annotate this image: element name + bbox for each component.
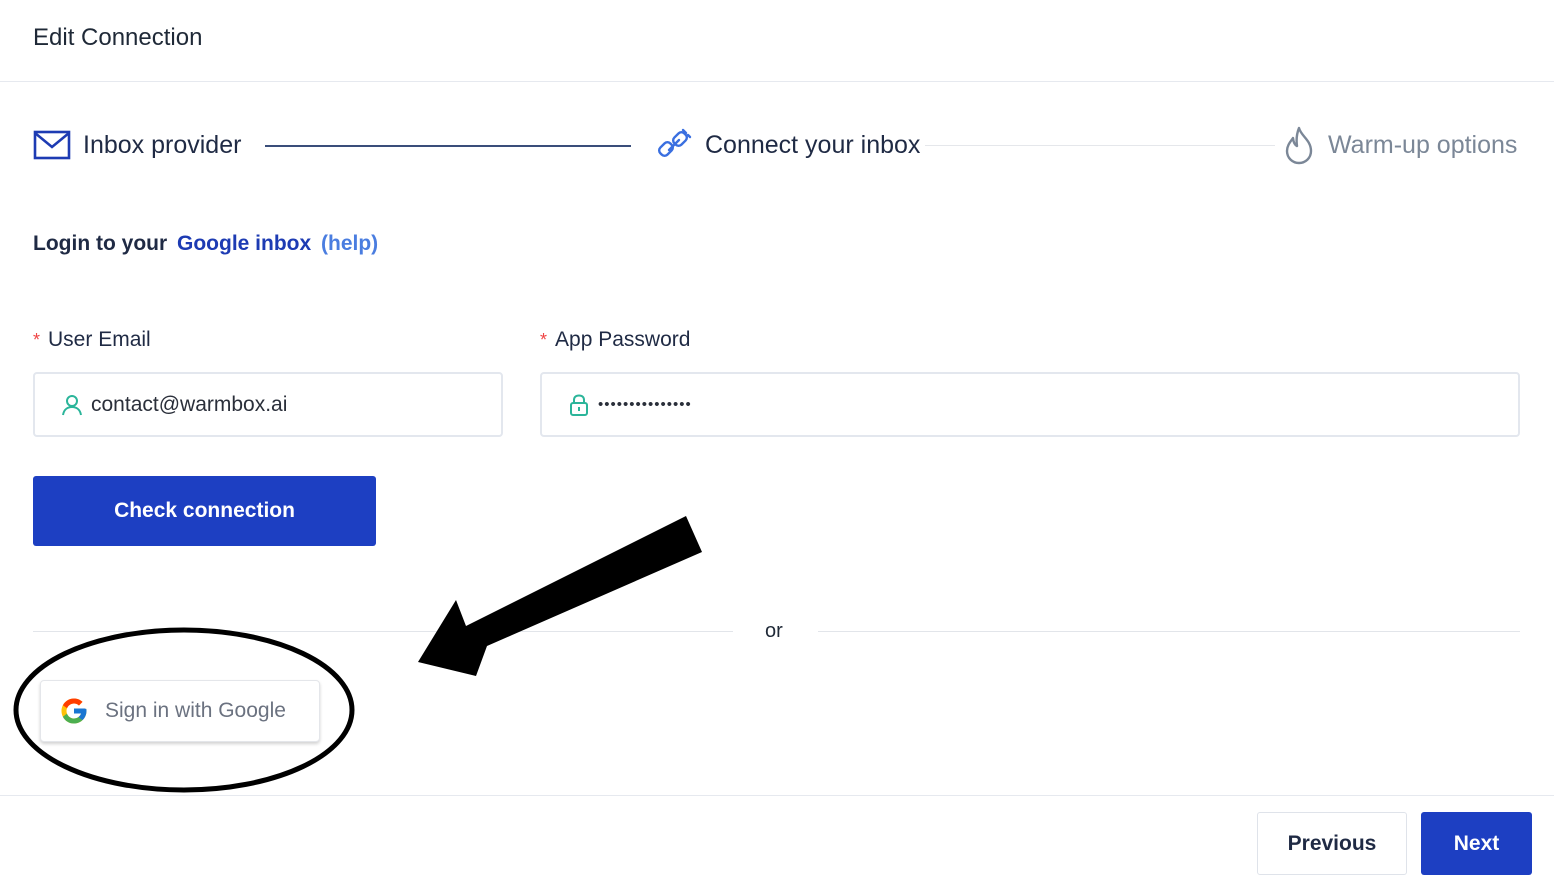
flame-icon (1282, 125, 1316, 165)
user-email-label-text: User Email (48, 328, 151, 351)
step-connect-inbox[interactable]: Connect your inbox (655, 118, 920, 172)
step-inbox-provider[interactable]: Inbox provider (33, 118, 241, 172)
pointer-arrow (418, 516, 702, 676)
mail-icon (33, 130, 71, 160)
login-prefix: Login to your (33, 232, 168, 255)
sign-in-with-google-button[interactable]: Sign in with Google (40, 680, 320, 742)
link-icon (655, 126, 693, 164)
user-email-field[interactable] (33, 372, 503, 437)
user-email-input[interactable] (91, 392, 471, 417)
user-email-label: * User Email (33, 328, 151, 352)
app-password-label: * App Password (540, 328, 690, 352)
divider-left (33, 631, 733, 632)
step-connector (265, 145, 631, 147)
provider-name: Google inbox (177, 232, 312, 255)
divider-right (818, 631, 1520, 632)
step-warmup-options[interactable]: Warm-up options (1282, 118, 1517, 172)
app-password-label-text: App Password (555, 328, 691, 351)
page-title: Edit Connection (33, 24, 203, 51)
help-link[interactable]: (help) (321, 232, 378, 255)
or-separator: or (765, 620, 783, 642)
app-password-field[interactable] (540, 372, 1520, 437)
modal-header: Edit Connection (0, 0, 1554, 82)
footer-divider (0, 795, 1554, 796)
step-connector (925, 145, 1275, 146)
required-mark: * (540, 330, 548, 350)
required-mark: * (33, 330, 41, 350)
user-icon (61, 394, 83, 416)
step-label: Connect your inbox (705, 130, 921, 159)
step-label: Warm-up options (1328, 130, 1518, 159)
check-connection-button[interactable]: Check connection (33, 476, 376, 546)
app-password-input[interactable] (598, 396, 978, 413)
login-instruction: Login to your Google inbox (help) (33, 232, 378, 256)
lock-icon (568, 393, 590, 416)
step-label: Inbox provider (83, 130, 242, 159)
next-button[interactable]: Next (1421, 812, 1532, 875)
previous-button[interactable]: Previous (1257, 812, 1407, 875)
google-logo-icon (59, 696, 89, 726)
sign-in-with-google-label: Sign in with Google (105, 699, 286, 722)
